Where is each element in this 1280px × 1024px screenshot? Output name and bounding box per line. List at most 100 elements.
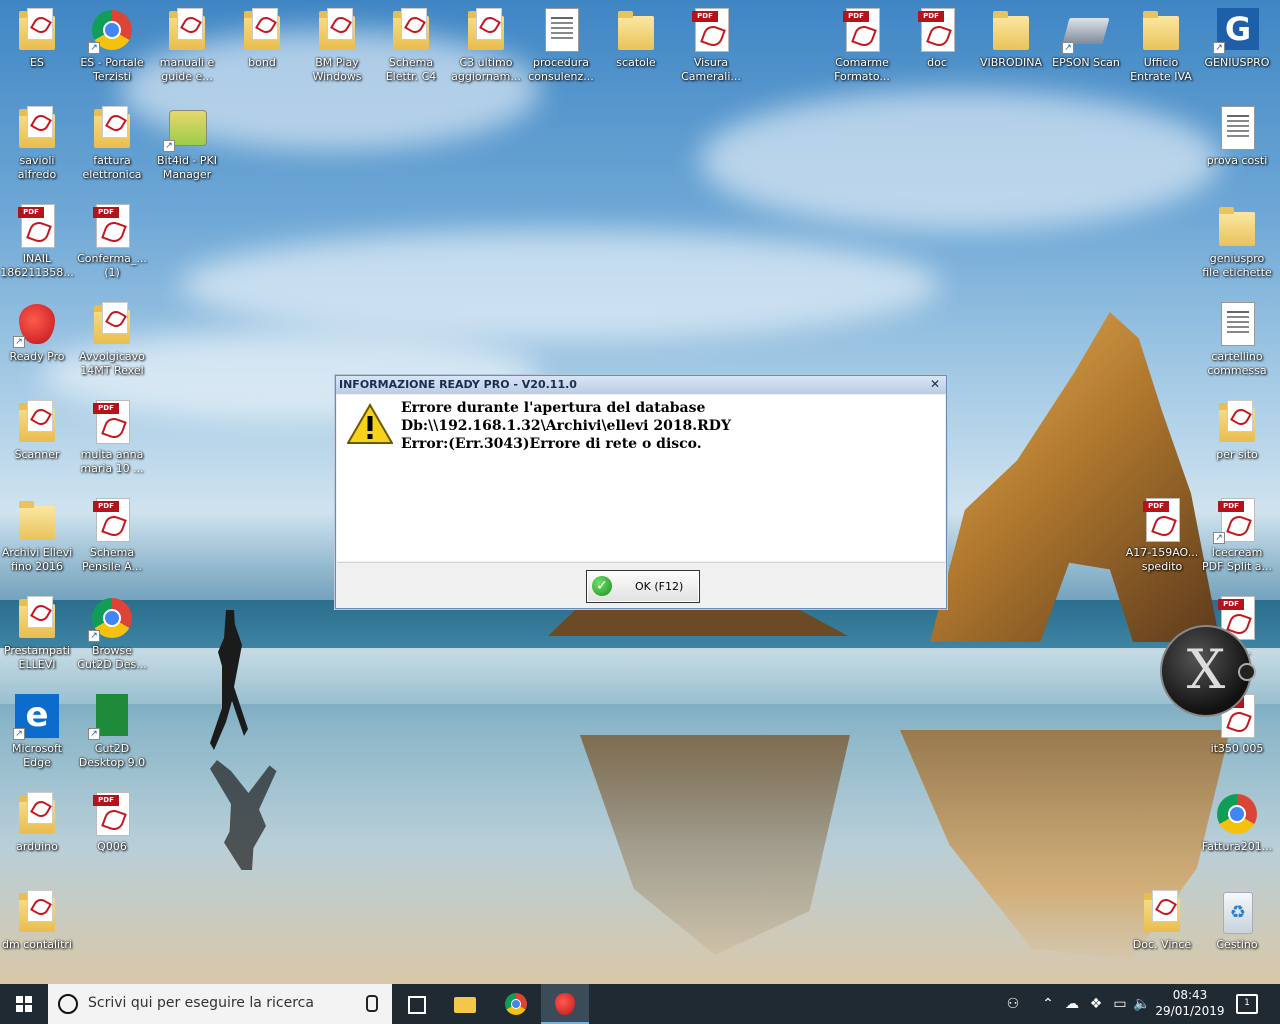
shortcut-arrow-icon: ↗ <box>163 140 175 152</box>
desktop-icon-a17[interactable]: PDF A17-159AO... spedito <box>1125 490 1199 586</box>
desktop-icon-label: multa anna maria 10 ... <box>80 448 144 475</box>
onedrive-cloud-icon[interactable]: ☁ <box>1062 984 1082 1024</box>
check-icon: ✓ <box>592 576 612 596</box>
search-box[interactable]: Scrivi qui per eseguire la ricerca <box>48 984 392 1024</box>
clock-date: 29/01/2019 <box>1155 1004 1225 1018</box>
desktop-icon-cestino[interactable]: ♻ Cestino <box>1200 882 1274 978</box>
desktop-icon-bit4id[interactable]: ↗ Bit4id - PKI Manager <box>150 98 224 194</box>
desktop-icon-label: GENIUSPRO <box>1204 56 1270 69</box>
desktop-icon-bond[interactable]: bond <box>225 0 299 96</box>
desktop-icon-label: dm contalitri <box>1 938 72 951</box>
chevron-up-icon[interactable]: ⌃ <box>1040 984 1056 1024</box>
desktop-icon-cut2d[interactable]: ↗ Cut2D Desktop 9.0 <box>75 686 149 782</box>
desktop-icon-label: geniuspro file etichette <box>1202 252 1272 279</box>
start-button[interactable] <box>0 984 48 1024</box>
desktop-icon-label: Browse Cut2D Des... <box>77 644 147 671</box>
desktop-icon-readypro[interactable]: ↗ Ready Pro <box>0 294 74 390</box>
desktop-icon-label: Cestino <box>1216 938 1258 951</box>
task-view-button[interactable] <box>392 984 440 1024</box>
pdf-icon: PDF <box>88 496 136 544</box>
shortcut-arrow-icon: ↗ <box>88 42 100 54</box>
desktop-icon-edge[interactable]: e ↗ Microsoft Edge <box>0 686 74 782</box>
ok-button[interactable]: ✓ OK (F12) <box>586 570 700 603</box>
desktop-icon-doc[interactable]: PDF doc <box>900 0 974 96</box>
dialog-title: INFORMAZIONE READY PRO - V20.11.0 <box>339 378 577 391</box>
message-line-2: Db:\\192.168.1.32\Archivi\ellevi 2018.RD… <box>401 418 731 434</box>
folder-icon <box>13 104 61 152</box>
desktop-icon-savioli[interactable]: savioli alfredo <box>0 98 74 194</box>
desktop-icon-label: C3 ultimo aggiornam... <box>451 56 521 83</box>
desktop-icon-icecream[interactable]: PDF ↗ Icecream PDF Split a... <box>1200 490 1274 586</box>
desktop-icon-procedura[interactable]: procedura consulenz... <box>524 0 598 96</box>
desktop-icon-conferma[interactable]: PDF Conferma_... (1) <box>75 196 149 292</box>
desktop-icon-label: Microsoft Edge <box>11 742 63 769</box>
desktop-icon-cartellino[interactable]: cartellino commessa <box>1200 294 1274 390</box>
desktop-icon-archivi[interactable]: Archivi Ellevi fino 2016 <box>0 490 74 586</box>
desktop-icon-visura[interactable]: PDF Visura Camerali... <box>674 0 748 96</box>
desktop-icon-comarme[interactable]: PDF Comarme Formato... <box>825 0 899 96</box>
folder-icon <box>1137 6 1185 54</box>
desktop-icon-scanner[interactable]: Scanner <box>0 392 74 488</box>
desktop-icon-scatole[interactable]: scatole <box>599 0 673 96</box>
notification-center-icon[interactable]: 1 <box>1236 994 1258 1014</box>
desktop-icon-avvolgicavo[interactable]: Avvolgicavo 14MT Rexel <box>75 294 149 390</box>
clock[interactable]: 08:43 29/01/2019 <box>1150 987 1230 1019</box>
document-icon <box>537 6 585 54</box>
desktop-icon-fattura201[interactable]: Fattura201... <box>1200 784 1274 880</box>
desktop-icon-c3-ultimo[interactable]: C3 ultimo aggiornam... <box>449 0 523 96</box>
microphone-icon[interactable] <box>366 995 378 1012</box>
desktop-icon-label: Cut2D Desktop 9.0 <box>78 742 146 769</box>
folder-icon <box>987 6 1035 54</box>
desktop-icon-manuali[interactable]: manuali e guide e... <box>150 0 224 96</box>
clock-time: 08:43 <box>1172 988 1208 1002</box>
chrome-icon: ↗ <box>88 594 136 642</box>
desktop-icon-browse[interactable]: ↗ Browse Cut2D Des... <box>75 588 149 684</box>
desktop-icon-geniuspro[interactable]: G ↗ GENIUSPRO <box>1200 0 1274 96</box>
desktop-icon-schema-pensile[interactable]: PDF Schema Pensile A... <box>75 490 149 586</box>
message-line-3: Error:(Err.3043)Errore di rete o disco. <box>401 436 702 452</box>
pdf-icon: PDF <box>1138 496 1186 544</box>
dialog-titlebar[interactable]: INFORMAZIONE READY PRO - V20.11.0 ✕ <box>336 376 946 394</box>
x-widget-icon[interactable]: X <box>1160 625 1256 717</box>
desktop-icon-inail[interactable]: PDF INAIL 186211358... <box>0 196 74 292</box>
desktop-icon-bmplay[interactable]: BM Play Windows <box>300 0 374 96</box>
taskbar-ready-pro[interactable] <box>541 984 589 1024</box>
folder-icon <box>454 997 476 1013</box>
desktop-icon-label: it350 005 <box>1210 742 1264 755</box>
cortana-icon[interactable] <box>58 994 78 1014</box>
desktop-icon-arduino[interactable]: arduino <box>0 784 74 880</box>
search-placeholder[interactable]: Scrivi qui per eseguire la ricerca <box>88 995 314 1011</box>
desktop-icon-geniuspro-file[interactable]: geniuspro file etichette <box>1200 196 1274 292</box>
desktop-icon-prova-costi[interactable]: prova costi <box>1200 98 1274 194</box>
desktop-icon-label: doc <box>927 56 947 69</box>
taskbar: Scrivi qui per eseguire la ricerca ⚇ ⌃ ☁… <box>0 984 1280 1024</box>
taskbar-file-explorer[interactable] <box>442 984 490 1024</box>
volume-icon[interactable]: 🔈 <box>1132 984 1152 1024</box>
network-icon[interactable]: ▭ <box>1110 984 1130 1024</box>
desktop-icon-es-portale[interactable]: ↗ ES - Portale Terzisti <box>75 0 149 96</box>
desktop-icon-epson[interactable]: ↗ EPSON Scan <box>1049 0 1123 96</box>
desktop-icon-label: Doc. Vince <box>1132 938 1192 951</box>
desktop-icon-es[interactable]: ES <box>0 0 74 96</box>
desktop-icon-q006[interactable]: PDF Q006 <box>75 784 149 880</box>
taskbar-chrome[interactable] <box>492 984 540 1024</box>
desktop-icon-label: fattura elettronica <box>82 154 142 181</box>
folder-icon <box>612 6 660 54</box>
pdf-icon: PDF <box>838 6 886 54</box>
desktop-icon-label: procedura consulenz... <box>528 56 594 83</box>
desktop-icon-docvince[interactable]: Doc. Vince <box>1125 882 1199 978</box>
folder-icon <box>13 6 61 54</box>
close-icon[interactable]: ✕ <box>928 377 942 392</box>
dropbox-icon[interactable]: ❖ <box>1086 984 1106 1024</box>
desktop-icon-persito[interactable]: per sito <box>1200 392 1274 488</box>
desktop-icon-schema-elettr[interactable]: Schema Elettr. C4 <box>374 0 448 96</box>
desktop-icon-vibrodina[interactable]: VIBRODINA <box>974 0 1048 96</box>
desktop-icon-fattura[interactable]: fattura elettronica <box>75 98 149 194</box>
desktop-icon-label: Q006 <box>97 840 127 853</box>
desktop-icon-dm[interactable]: dm contalitri <box>0 882 74 978</box>
people-icon[interactable]: ⚇ <box>1002 984 1024 1024</box>
desktop-icon-prestampati[interactable]: Prestampati ELLEVI <box>0 588 74 684</box>
desktop-icon-multa[interactable]: PDF multa anna maria 10 ... <box>75 392 149 488</box>
desktop-icon-ufficio[interactable]: Ufficio Entrate IVA <box>1124 0 1198 96</box>
edge-icon: e ↗ <box>13 692 61 740</box>
